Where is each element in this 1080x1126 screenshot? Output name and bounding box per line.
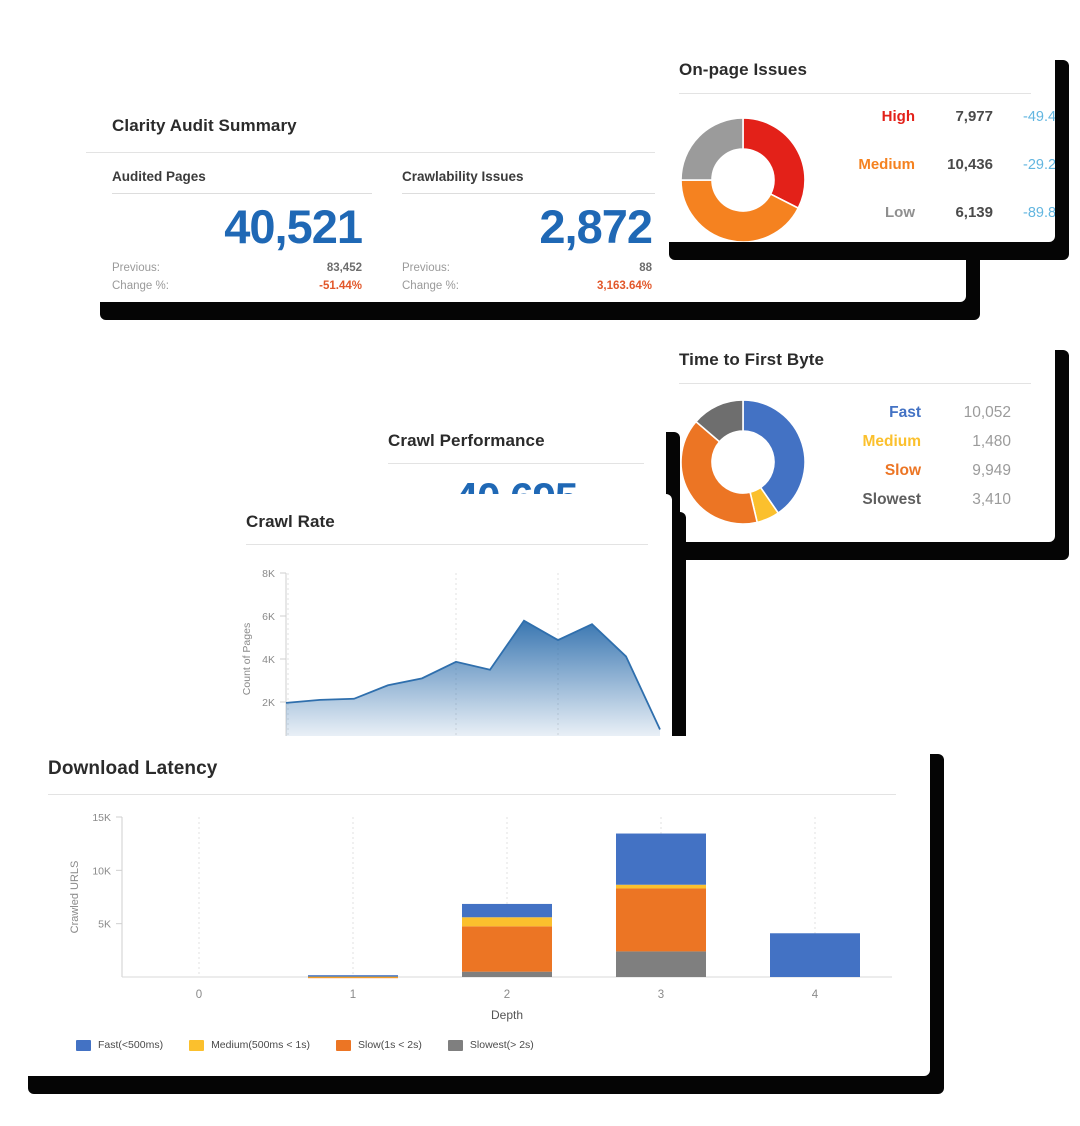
list-item[interactable]: Slow(1s < 2s) xyxy=(335,1039,422,1051)
legend-swatch-icon xyxy=(76,1039,91,1051)
onpage-title: On-page Issues xyxy=(679,60,807,79)
latency-legend: Fast(<500ms) Medium(500ms < 1s) Slow(1s … xyxy=(14,1039,930,1051)
legend-label: High xyxy=(881,108,915,125)
legend-label: Medium xyxy=(858,156,915,173)
kpi-change-label: Change %: xyxy=(112,279,169,292)
list-item[interactable]: Low 6,139 -89.86% xyxy=(829,204,1055,242)
kpi-label: Audited Pages xyxy=(112,169,206,184)
kpi-crawlability-issues: Crawlability Issues 2,872 Previous: 88 C… xyxy=(402,169,692,296)
legend-count: 7,977 xyxy=(955,108,993,125)
legend-swatch-icon xyxy=(335,1039,351,1051)
donut-hole xyxy=(712,431,774,493)
ttfb-legend: Fast 10,052 Medium 1,480 Slow 9,949 Slow… xyxy=(829,404,1031,520)
legend-swatch-icon xyxy=(447,1039,463,1051)
ttfb-card-header: Time to First Byte xyxy=(655,332,1055,383)
kpi-change-row: Change %: 3,163.64% xyxy=(402,278,652,296)
rate-card-header: Crawl Rate xyxy=(222,494,672,544)
latency-title: Download Latency xyxy=(48,758,218,779)
list-item[interactable]: Medium(500ms < 1s) xyxy=(189,1039,310,1051)
svg-text:2K: 2K xyxy=(262,697,275,709)
legend-label: Slow xyxy=(884,462,921,479)
legend-change: -29.22% xyxy=(1022,157,1055,173)
onpage-card-header: On-page Issues xyxy=(655,42,1055,93)
title-divider xyxy=(388,463,644,464)
perf-card-header: Crawl Performance xyxy=(366,414,666,463)
svg-text:Depth: Depth xyxy=(491,1008,523,1022)
legend-label: Slowest xyxy=(862,491,921,508)
legend-label: Fast(<500ms) xyxy=(98,1039,164,1051)
onpage-donut-chart xyxy=(679,116,807,242)
svg-text:3: 3 xyxy=(658,989,664,1001)
legend-count: 6,139 xyxy=(955,204,993,221)
legend-label: Low xyxy=(885,204,915,221)
kpi-divider xyxy=(402,193,662,194)
legend-count: 10,436 xyxy=(947,156,993,173)
legend-label: Medium(500ms < 1s) xyxy=(211,1039,310,1051)
kpi-change-row: Change %: -51.44% xyxy=(112,278,362,296)
list-item[interactable]: Medium 1,480 xyxy=(829,433,1031,462)
kpi-change-value: 3,163.64% xyxy=(597,279,652,292)
download-latency-bar-chart: 5K 10K 15K 0 1 2 3 4 Depth Crawled URLS xyxy=(69,812,892,1022)
time-to-first-byte-card: Time to First Byte Fast 10,052 Medium 1,… xyxy=(655,332,1055,542)
kpi-divider xyxy=(112,193,372,194)
list-item[interactable]: High 7,977 -49.46% xyxy=(829,108,1055,156)
perf-title: Crawl Performance xyxy=(388,431,545,450)
list-item[interactable]: Slowest(> 2s) xyxy=(447,1039,534,1051)
kpi-previous-label: Previous: xyxy=(402,262,450,275)
kpi-value: 2,872 xyxy=(539,200,653,253)
svg-text:5K: 5K xyxy=(98,919,111,931)
svg-text:2: 2 xyxy=(504,989,510,1001)
download-latency-card: Download Latency 5K 10K 15K 0 1 2 3 4 Depth Crawl… xyxy=(14,736,930,1076)
kpi-previous-value: 83,452 xyxy=(326,262,362,275)
donut-hole xyxy=(712,149,774,211)
svg-text:8K: 8K xyxy=(262,568,275,580)
legend-swatch-icon xyxy=(189,1039,205,1051)
kpi-previous-row: Previous: 88 xyxy=(402,260,652,278)
kpi-label: Crawlability Issues xyxy=(402,169,524,184)
svg-text:Count of Pages: Count of Pages xyxy=(241,623,253,695)
ttfb-body: Fast 10,052 Medium 1,480 Slow 9,949 Slow… xyxy=(655,384,1055,526)
svg-text:10K: 10K xyxy=(92,865,111,877)
legend-label: Medium xyxy=(862,433,921,450)
latency-card-header: Download Latency xyxy=(14,736,930,794)
legend-count: 9,949 xyxy=(972,462,1011,479)
legend-count: 10,052 xyxy=(963,404,1011,421)
dashboard-composition: Clarity Audit Summary Audited Pages 40,5… xyxy=(0,0,1080,1126)
legend-change: -89.86% xyxy=(1022,205,1055,221)
list-item[interactable]: Slowest 3,410 xyxy=(829,491,1031,520)
svg-text:1: 1 xyxy=(350,989,356,1001)
svg-text:4: 4 xyxy=(812,989,819,1001)
kpi-change-value: -51.44% xyxy=(319,279,362,292)
kpi-sub: Previous: 83,452 Change %: -51.44% xyxy=(112,260,362,296)
ttfb-title: Time to First Byte xyxy=(679,350,825,369)
on-page-issues-card: On-page Issues High 7,977 -49.46% Medium… xyxy=(655,42,1055,242)
kpi-previous-row: Previous: 83,452 xyxy=(112,260,362,278)
svg-text:4K: 4K xyxy=(262,654,275,666)
ttfb-donut-chart xyxy=(679,398,807,526)
kpi-change-label: Change %: xyxy=(402,279,459,292)
onpage-legend: High 7,977 -49.46% Medium 10,436 -29.22%… xyxy=(829,108,1055,242)
legend-count: 1,480 xyxy=(972,433,1011,450)
svg-text:15K: 15K xyxy=(92,812,111,824)
list-item[interactable]: Slow 9,949 xyxy=(829,462,1031,491)
legend-label: Fast xyxy=(889,404,921,421)
legend-label: Slow(1s < 2s) xyxy=(357,1039,422,1051)
svg-text:0: 0 xyxy=(196,989,202,1001)
legend-count: 3,410 xyxy=(972,491,1011,508)
list-item[interactable]: Medium 10,436 -29.22% xyxy=(829,156,1055,204)
kpi-previous-value: 88 xyxy=(639,262,652,275)
svg-text:Crawled URLS: Crawled URLS xyxy=(69,861,81,934)
legend-label: Slowest(> 2s) xyxy=(469,1039,534,1051)
kpi-previous-label: Previous: xyxy=(112,262,160,275)
list-item[interactable]: Fast(<500ms) xyxy=(76,1039,163,1051)
list-item[interactable]: Fast 10,052 xyxy=(829,404,1031,433)
kpi-audited-pages: Audited Pages 40,521 Previous: 83,452 Ch… xyxy=(112,169,402,296)
kpi-value: 40,521 xyxy=(224,200,363,253)
rate-title: Crawl Rate xyxy=(246,512,335,531)
svg-text:6K: 6K xyxy=(262,611,275,623)
onpage-body: High 7,977 -49.46% Medium 10,436 -29.22%… xyxy=(655,94,1055,242)
kpi-sub: Previous: 88 Change %: 3,163.64% xyxy=(402,260,652,296)
legend-change: -49.46% xyxy=(1022,109,1055,125)
